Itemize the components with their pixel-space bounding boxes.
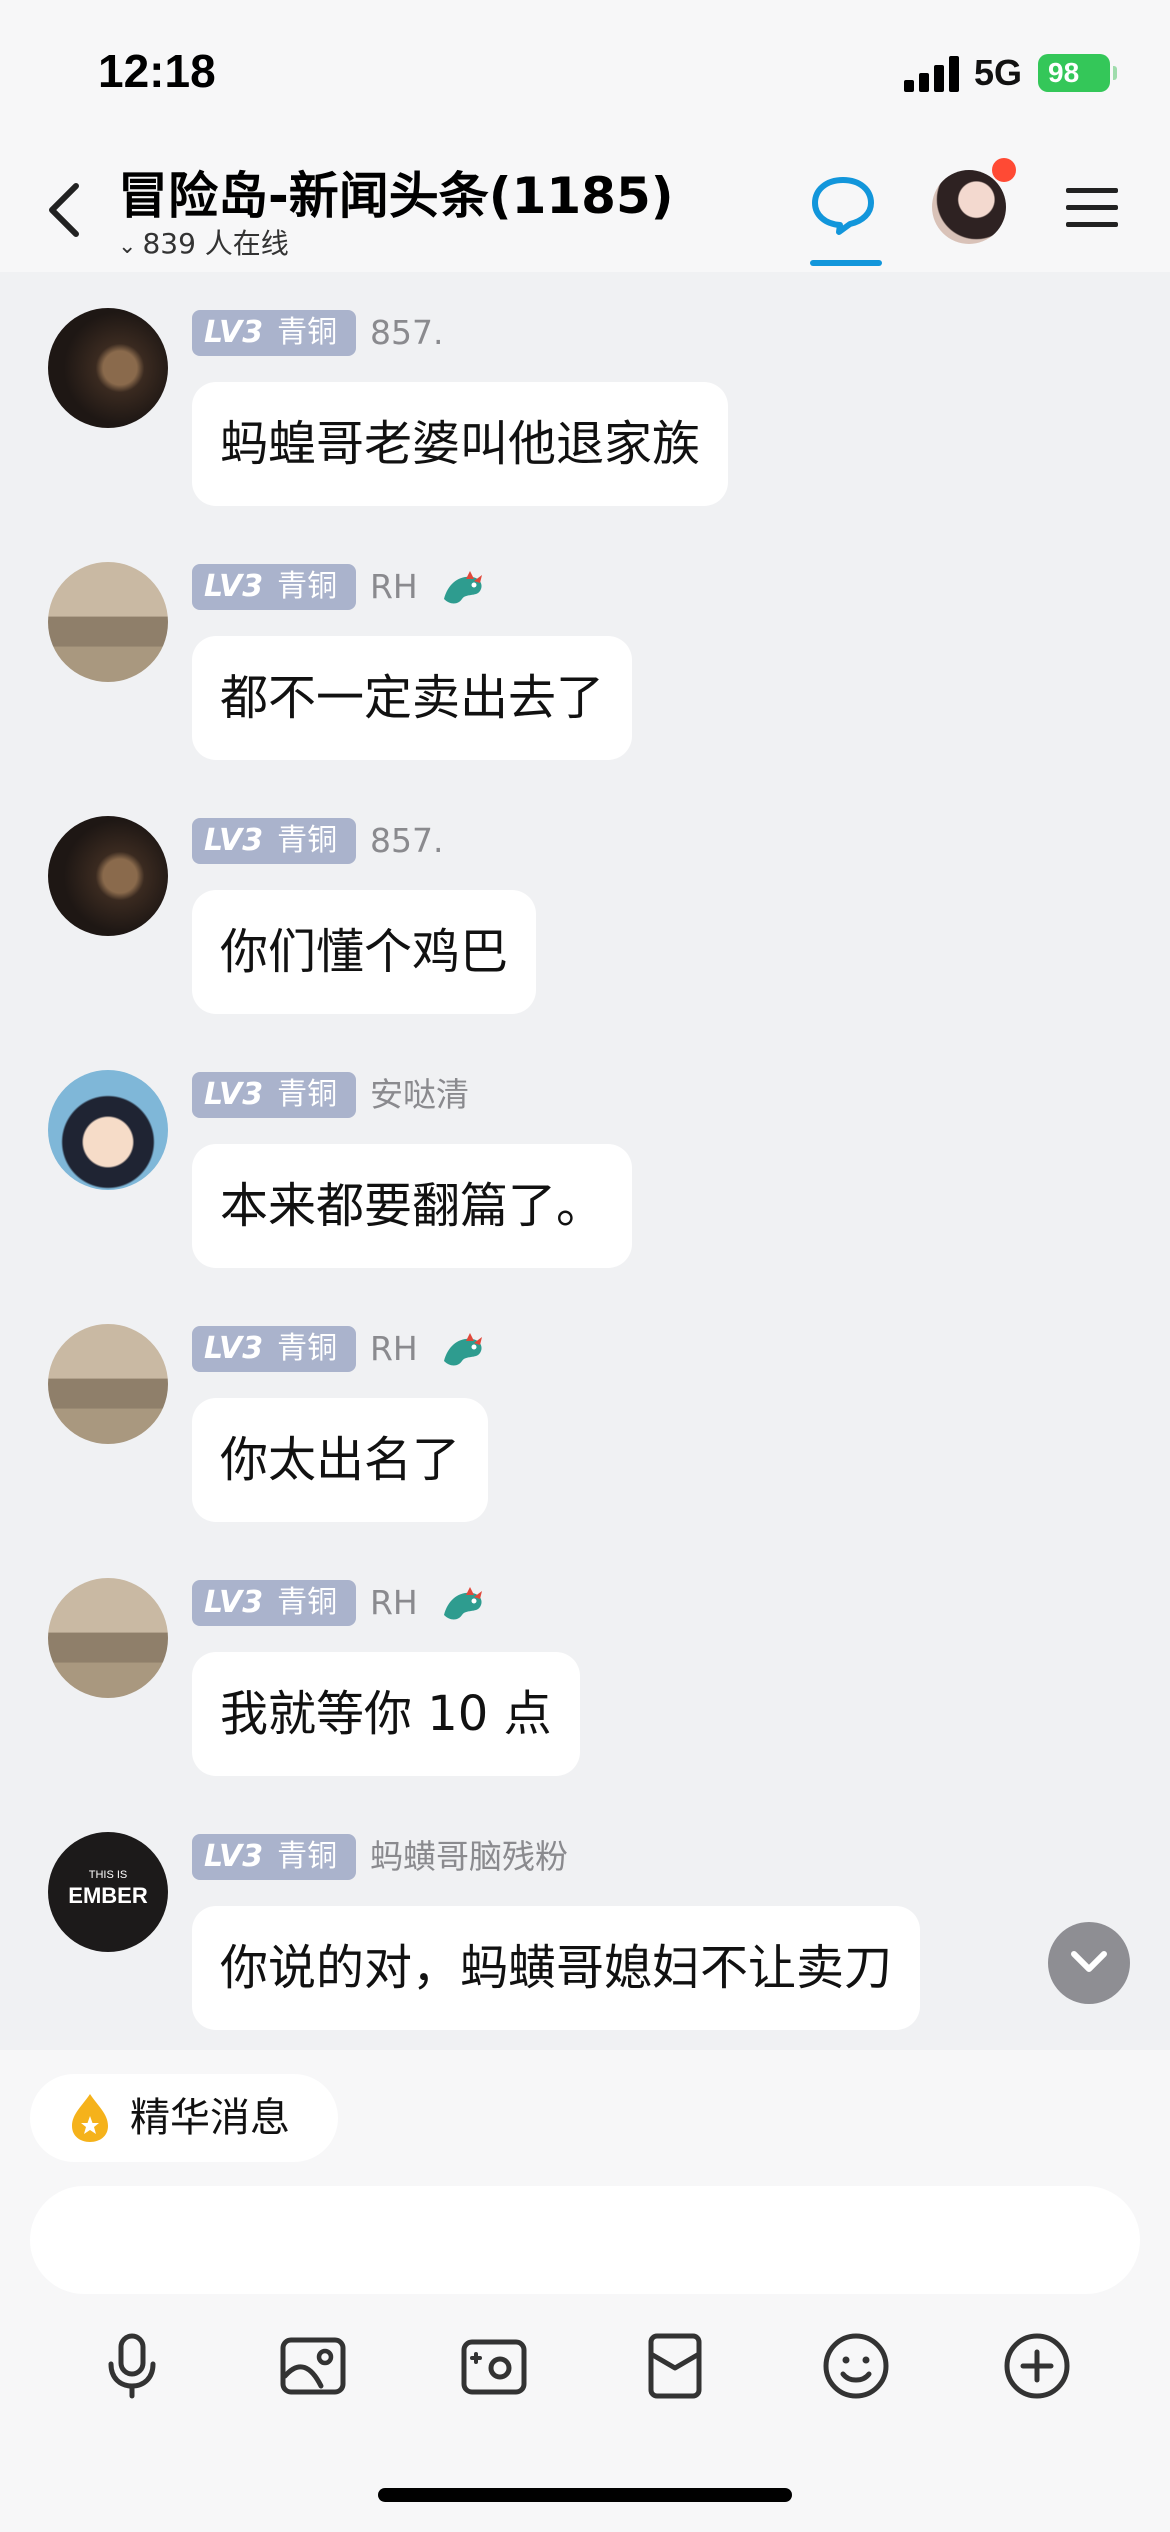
message-item: LV3 青铜 RH 我就等你 10 点 [0,1542,1170,1782]
notification-dot [992,158,1016,182]
nickname[interactable]: RH [370,1580,486,1626]
user-avatar[interactable]: THIS IS EMBER [48,1832,168,1952]
message-list[interactable]: LV3 青铜 857. 蚂蝗哥老婆叫他退家族 LV3 青铜 RH 都不一定卖出去了 … [0,272,1170,2050]
plus-icon[interactable] [1001,2330,1073,2402]
message-item: LV3 青铜 RH 你太出名了 [0,1288,1170,1528]
level-label: LV3 [204,1839,264,1874]
message-bubble[interactable]: 你太出名了 [192,1398,489,1522]
user-avatar[interactable] [48,562,168,682]
status-time: 12:18 [98,45,216,97]
level-badge: LV3 青铜 [192,818,356,864]
chevron-down-icon [1071,1951,1107,1972]
message-bubble[interactable]: 都不一定卖出去了 [192,636,633,760]
back-icon[interactable] [44,180,84,240]
nickname-text: 安哒清 [370,1075,469,1114]
user-avatar[interactable] [48,308,168,428]
image-icon[interactable] [277,2330,349,2402]
level-badge: LV3 青铜 [192,1072,356,1118]
level-label: LV3 [204,823,264,858]
chat-header: 冒险岛-新闻头条(1185) ⌄ 839 人在线 [0,150,1170,272]
home-indicator[interactable] [378,2488,792,2502]
message-item: LV3 青铜 857. 你们懂个鸡巴 [0,780,1170,1020]
network-label: 5G [974,52,1023,93]
group-title[interactable]: 冒险岛-新闻头条(1185) [118,156,674,228]
composer-area: 精华消息 [0,2050,1170,2532]
rank-label: 青铜 [277,315,338,350]
red-packet-icon[interactable] [639,2330,711,2402]
rank-label: 青铜 [277,1839,338,1874]
message-item: LV3 青铜 857. 蚂蝗哥老婆叫他退家族 [0,272,1170,512]
nickname[interactable]: 蚂蟥哥脑残粉 [370,1834,568,1880]
rank-label: 青铜 [277,1585,338,1620]
user-avatar[interactable] [48,1578,168,1698]
rank-label: 青铜 [277,1331,338,1366]
user-avatar[interactable] [48,816,168,936]
rank-label: 青铜 [277,569,338,604]
signal-icon [904,56,959,92]
online-count[interactable]: ⌄ 839 人在线 [118,222,289,262]
menu-icon[interactable] [1066,186,1118,230]
level-label: LV3 [204,1331,264,1366]
message-bubble[interactable]: 蚂蝗哥老婆叫他退家族 [192,382,729,506]
rank-label: 青铜 [277,823,338,858]
scroll-to-bottom-button[interactable] [1048,1922,1130,2004]
rank-label: 青铜 [277,1077,338,1112]
avatar-text-big: EMBER [68,1883,148,1908]
nickname[interactable]: RH [370,564,486,610]
nickname[interactable]: 安哒清 [370,1072,469,1118]
group-owner-avatar[interactable] [932,170,1006,244]
nickname[interactable]: 857. [370,818,443,864]
online-count-label: 839 人在线 [142,227,289,260]
level-label: LV3 [204,1077,264,1112]
battery-icon: 98 [1038,54,1117,92]
nickname-text: RH [370,1329,418,1368]
message-item: LV3 青铜 RH 都不一定卖出去了 [0,526,1170,766]
nickname-text: RH [370,1583,418,1622]
level-badge: LV3 青铜 [192,1834,356,1880]
camera-icon[interactable] [458,2330,530,2402]
dragon-icon [444,1332,483,1365]
level-badge: LV3 青铜 [192,310,356,356]
level-badge: LV3 青铜 [192,1580,356,1626]
user-avatar[interactable] [48,1324,168,1444]
microphone-icon[interactable] [96,2330,168,2402]
nickname-text: 蚂蟥哥脑残粉 [370,1837,568,1876]
message-bubble[interactable]: 我就等你 10 点 [192,1652,580,1776]
nickname[interactable]: 857. [370,310,443,356]
essence-messages-button[interactable]: 精华消息 [30,2074,338,2162]
battery-level: 98 [1048,57,1080,88]
level-label: LV3 [204,315,264,350]
user-avatar[interactable] [48,1070,168,1190]
nickname[interactable]: RH [370,1326,486,1372]
nickname-text: 857. [370,821,444,860]
message-bubble[interactable]: 你说的对，蚂蟥哥媳妇不让卖刀 [192,1906,921,2030]
nickname-text: 857. [370,313,444,352]
level-badge: LV3 青铜 [192,1326,356,1372]
message-item: THIS IS EMBER LV3 青铜 蚂蟥哥脑残粉 你说的对，蚂蟥哥媳妇不让卖… [0,1796,1170,2036]
avatar-text-small: THIS IS [88,1869,128,1881]
dragon-icon [444,570,483,603]
status-bar: 12:18 5G 98 [0,0,1170,150]
level-label: LV3 [204,569,264,604]
level-badge: LV3 青铜 [192,564,356,610]
chevron-down-icon: ⌄ [118,234,137,259]
essence-label: 精华消息 [130,2095,290,2141]
emoji-icon[interactable] [820,2330,892,2402]
flame-icon [72,2094,108,2142]
message-item: LV3 青铜 安哒清 本来都要翻篇了。 [0,1034,1170,1274]
level-label: LV3 [204,1585,264,1620]
chat-bubble-icon[interactable] [810,174,876,236]
dragon-icon [444,1586,483,1619]
nickname-text: RH [370,567,418,606]
tab-chat-indicator [810,260,882,266]
message-bubble[interactable]: 你们懂个鸡巴 [192,890,537,1014]
message-input[interactable] [30,2186,1140,2294]
message-bubble[interactable]: 本来都要翻篇了。 [192,1144,633,1268]
